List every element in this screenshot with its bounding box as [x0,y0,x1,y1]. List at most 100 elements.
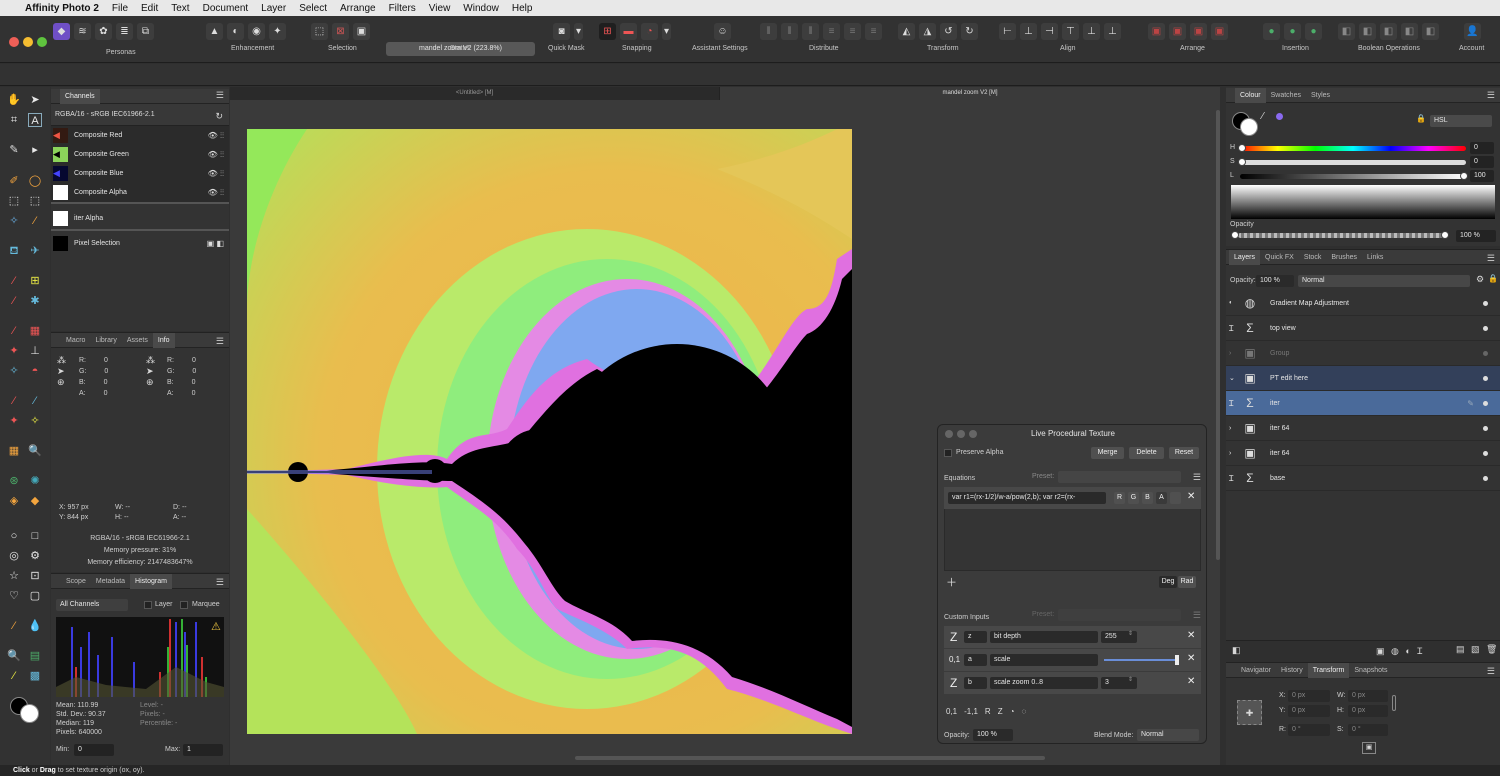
tab-transform[interactable]: Transform [1307,662,1350,678]
move-tool-icon[interactable]: ➤ [28,93,42,107]
curves-icon[interactable]: ◐ [227,23,244,40]
pixel-tool-icon[interactable]: ⁄ [7,294,21,308]
snap-magnet-icon[interactable]: ▬ [620,23,637,40]
erase-brush-icon[interactable]: ⁄ [7,324,21,338]
histogram-channel-select[interactable]: All Channels [56,599,128,611]
tab-macro[interactable]: Macro [61,333,90,348]
custom-inputs-menu-icon[interactable]: ☰ [1193,610,1201,621]
hue-slider-knob[interactable] [1238,144,1246,152]
opacity-slider[interactable] [1238,233,1444,238]
menu-edit[interactable]: Edit [141,3,158,14]
equations-menu-icon[interactable]: ☰ [1193,472,1201,483]
menu-help[interactable]: Help [512,3,533,14]
view-zoom-icon[interactable]: 🔍 [7,649,21,663]
distribute-icon-2[interactable]: ⫴ [781,23,798,40]
channel-composite-alpha[interactable]: Composite Alpha 👁 ⫶⫶ [51,183,229,202]
saturation-slider-knob[interactable] [1238,158,1246,166]
add-real-input-button[interactable]: R [985,707,991,716]
tab-channels[interactable]: Channels [60,88,100,104]
colour-model-select[interactable]: HSL [1430,115,1492,127]
channel-composite-green[interactable]: ◀ Composite Green 👁 ⫶⫶ [51,145,229,164]
anchor-selector-icon[interactable]: ✚ [1237,700,1262,725]
patch-tool-icon[interactable]: ◈ [7,494,21,508]
input-name-b[interactable]: b [964,677,987,689]
account-icon[interactable]: 👤 [1464,23,1481,40]
colour-picker-icon[interactable]: ⁄ [1262,111,1264,122]
layer-visibility-icon[interactable] [1483,450,1488,456]
dialog-opacity-field[interactable]: 100 % [973,729,1013,741]
paint-brush-icon[interactable]: ⁄ [7,274,21,288]
blur-brush-icon[interactable]: ⁄ [7,394,21,408]
frame-tool-icon[interactable]: ⊡ [28,569,42,583]
input-label-z[interactable]: bit depth [990,631,1098,643]
transform-y-field[interactable]: 0 px [1288,705,1330,717]
align-top-icon[interactable]: ⊤ [1062,23,1079,40]
transform-s-field[interactable]: 0 ° [1348,724,1388,736]
layer-visibility-icon[interactable] [1483,325,1488,331]
distribute-icon-5[interactable]: ≡ [844,23,861,40]
align-middle-icon[interactable]: ⊥ [1083,23,1100,40]
insert-top-icon[interactable]: ● [1284,23,1301,40]
add-equation-icon[interactable]: ＋ [946,574,957,590]
deselect-icon[interactable]: ⊠ [332,23,349,40]
layer-checkbox[interactable] [144,601,152,609]
clone-brush-icon[interactable]: ⊥ [28,344,42,358]
hand-tool-icon[interactable]: ✋ [7,93,21,107]
tab-info[interactable]: Info [152,332,175,348]
layer-visibility-icon[interactable] [1483,475,1488,481]
quick-mask-icon[interactable]: ◙ [553,23,570,40]
stroke-colour-well[interactable] [1240,118,1258,136]
pen-tool-icon[interactable]: ✎ [7,143,21,157]
document-canvas[interactable] [247,129,852,734]
delete-button[interactable]: Delete [1129,447,1164,459]
input-label-a[interactable]: scale [990,654,1098,666]
callout-tool-icon[interactable]: ▢ [28,589,42,603]
channel-visibility-icon[interactable]: 👁 ⫶⫶ [208,188,224,198]
text-tool-icon[interactable]: A [28,113,42,127]
freehand-selection-icon[interactable]: ◯ [28,174,42,188]
panel-menu-icon[interactable]: ☰ [1487,90,1495,101]
heart-tool-icon[interactable]: ♡ [7,589,21,603]
menu-filters[interactable]: Filters [389,3,416,14]
tab-swatches[interactable]: Swatches [1266,88,1306,103]
input-stepper-icon[interactable]: ⇕ [1128,630,1133,637]
tone-map-persona-icon[interactable]: ≣ [116,23,133,40]
ellipse-tool-icon[interactable]: ○ [7,529,21,543]
recent-colour-swatch[interactable] [1276,113,1283,120]
menu-text[interactable]: Text [171,3,189,14]
lightness-slider[interactable] [1240,174,1466,179]
selection-brush-icon[interactable]: ✐ [7,174,21,188]
sharpen-brush-icon[interactable]: ⁄ [28,394,42,408]
assistant-icon[interactable]: ☺ [714,23,731,40]
quick-mask-dropdown-icon[interactable]: ▾ [574,23,583,40]
align-left-icon[interactable]: ⊢ [999,23,1016,40]
rad-button[interactable]: Rad [1178,576,1196,588]
rotate-left-icon[interactable]: ↺ [940,23,957,40]
smudge-brush-icon[interactable]: ✦ [7,414,21,428]
aspect-lock-icon[interactable] [1392,695,1396,711]
channel-visibility-icon[interactable]: 👁 ⫶⫶ [208,131,224,141]
remove-input-icon[interactable]: ✕ [1187,676,1195,687]
panel-menu-icon[interactable]: ☰ [216,336,224,347]
mesh-tool-icon[interactable]: ✺ [28,474,42,488]
layer-iter-64-a[interactable]: › ▣ iter 64 [1226,416,1500,441]
layer-visibility-icon[interactable] [1483,425,1488,431]
image-tool-icon[interactable]: ▩ [28,669,42,683]
menu-file[interactable]: File [112,3,128,14]
zoom-window-button[interactable] [37,37,47,47]
layer-gradient-map[interactable]: ◐ ◍ Gradient Map Adjustment [1226,291,1500,316]
app-menu[interactable]: Affinity Photo 2 [25,3,99,14]
boolean-add-icon[interactable]: ◧ [1338,23,1355,40]
inpaint-tool-icon[interactable]: ◆ [28,494,42,508]
input-stepper-icon[interactable]: ⇕ [1128,676,1133,683]
vertical-scrollbar[interactable] [1216,110,1220,560]
ruler-tool-icon[interactable]: ⁄ [7,669,21,683]
auto-fix-icon[interactable]: ✦ [269,23,286,40]
mesh-warp-icon[interactable]: ▦ [7,444,21,458]
layer-top-view[interactable]: Ɪ Σ top view [1226,316,1500,341]
layer-pt-edit-here[interactable]: ⌄ ▣ PT edit here [1226,366,1500,391]
layer-visibility-icon[interactable] [1483,375,1488,381]
layer-iter-64-b[interactable]: › ▣ iter 64 [1226,441,1500,466]
rectangle-tool-icon[interactable]: □ [28,529,42,543]
tab-stock[interactable]: Stock [1299,250,1327,265]
